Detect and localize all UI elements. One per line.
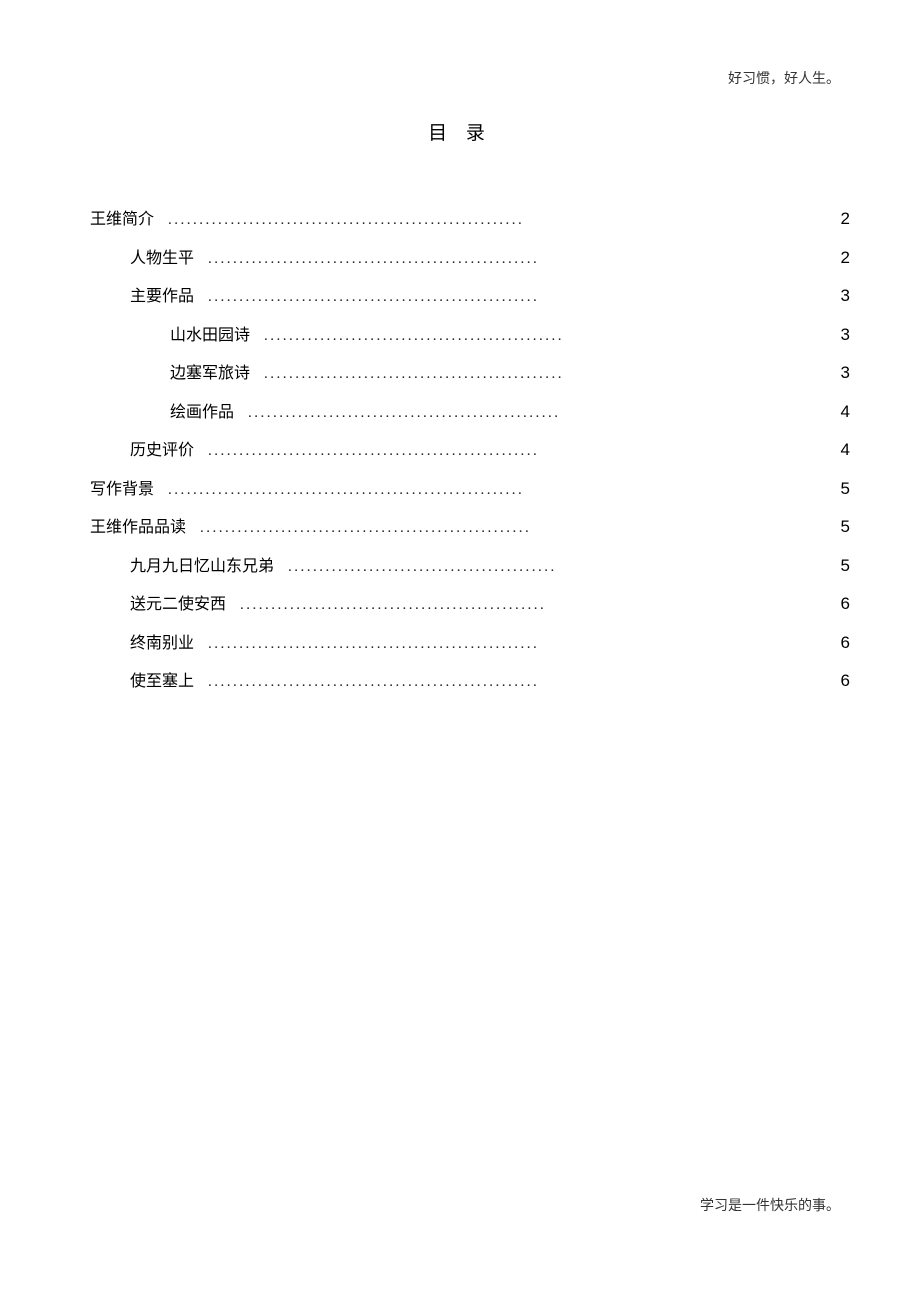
- toc-entry-label: 王维作品品读: [90, 513, 186, 537]
- toc-entry: 历史评价....................................…: [90, 436, 850, 475]
- toc-entry-page: 4: [820, 440, 850, 460]
- toc-entry: 边塞军旅诗...................................…: [90, 359, 850, 398]
- toc-entry-page: 3: [820, 286, 850, 306]
- toc-entry-label: 使至塞上: [90, 667, 194, 691]
- toc-entry-dots: ........................................…: [168, 212, 524, 229]
- toc-entry: 使至塞上....................................…: [90, 667, 850, 706]
- page-title: 目 录: [0, 118, 920, 145]
- toc-entry: 送元二使安西..................................…: [90, 590, 850, 629]
- toc-entry-page: 5: [820, 556, 850, 576]
- toc-entry-page: 3: [820, 363, 850, 383]
- toc-entry-label: 终南别业: [90, 629, 194, 653]
- toc-entry-dots: ........................................…: [208, 636, 539, 653]
- toc-entry-label: 主要作品: [90, 282, 194, 306]
- toc-entry: 人物生平....................................…: [90, 244, 850, 283]
- header-motto: 好习惯，好人生。: [728, 68, 840, 88]
- toc-entry-dots: ........................................…: [200, 520, 531, 537]
- toc-entry-dots: ........................................…: [248, 405, 561, 422]
- toc-entry-label: 历史评价: [90, 436, 194, 460]
- toc-entry: 终南别业....................................…: [90, 629, 850, 668]
- toc-entry-label: 人物生平: [90, 244, 194, 268]
- table-of-contents: 王维简介....................................…: [90, 205, 850, 706]
- toc-entry-page: 2: [820, 209, 850, 229]
- toc-entry: 王维作品品读..................................…: [90, 513, 850, 552]
- toc-entry-dots: ........................................…: [240, 597, 546, 614]
- toc-entry-dots: ........................................…: [168, 482, 524, 499]
- toc-entry: 山水田园诗...................................…: [90, 321, 850, 360]
- toc-entry-label: 绘画作品: [90, 398, 234, 422]
- toc-entry: 九月九日忆山东兄弟...............................…: [90, 552, 850, 591]
- toc-entry: 绘画作品....................................…: [90, 398, 850, 437]
- toc-entry-label: 王维简介: [90, 205, 154, 229]
- toc-entry-label: 山水田园诗: [90, 321, 250, 345]
- toc-entry: 王维简介....................................…: [90, 205, 850, 244]
- toc-entry-page: 3: [820, 325, 850, 345]
- toc-entry-dots: ........................................…: [208, 674, 539, 691]
- toc-entry-page: 2: [820, 248, 850, 268]
- toc-entry-dots: ........................................…: [208, 251, 539, 268]
- toc-entry-label: 写作背景: [90, 475, 154, 499]
- toc-entry-page: 6: [820, 671, 850, 691]
- toc-entry-dots: ........................................…: [264, 328, 564, 345]
- toc-entry-label: 边塞军旅诗: [90, 359, 250, 383]
- toc-entry-label: 送元二使安西: [90, 590, 226, 614]
- toc-entry: 写作背景....................................…: [90, 475, 850, 514]
- toc-entry-dots: ........................................…: [264, 366, 564, 383]
- toc-entry-dots: ........................................…: [288, 559, 557, 576]
- toc-entry: 主要作品....................................…: [90, 282, 850, 321]
- footer-motto: 学习是一件快乐的事。: [700, 1195, 840, 1215]
- toc-entry-page: 5: [820, 479, 850, 499]
- toc-entry-page: 5: [820, 517, 850, 537]
- toc-entry-dots: ........................................…: [208, 443, 539, 460]
- toc-entry-label: 九月九日忆山东兄弟: [90, 552, 274, 576]
- toc-entry-page: 6: [820, 633, 850, 653]
- toc-entry-page: 4: [820, 402, 850, 422]
- toc-entry-page: 6: [820, 594, 850, 614]
- toc-entry-dots: ........................................…: [208, 289, 539, 306]
